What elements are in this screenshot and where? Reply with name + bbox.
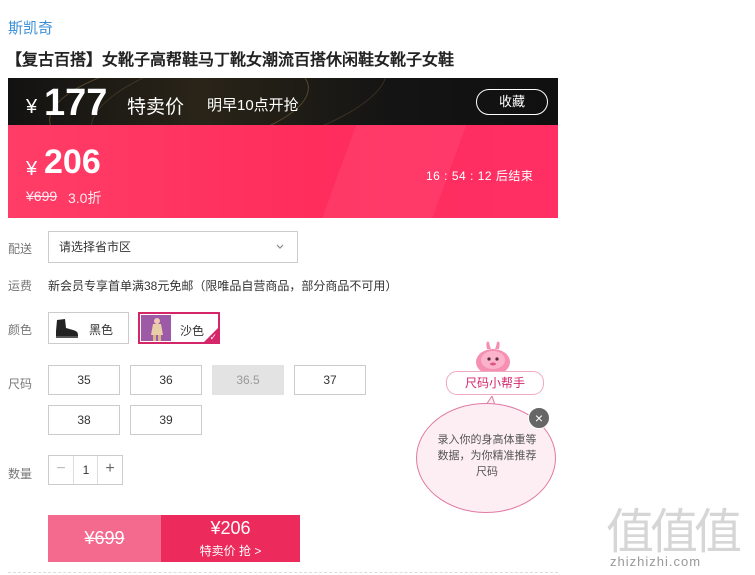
shipping-fee-label: 运费 — [8, 279, 33, 293]
flash-currency-symbol: ¥ — [26, 96, 38, 118]
buy-original-price-button[interactable]: ¥699 — [48, 515, 161, 562]
buy-sale-action-label: 特卖价 抢 > — [199, 544, 262, 558]
chevron-down-icon — [275, 232, 285, 275]
brand-link[interactable]: 斯凯奇 — [8, 17, 53, 38]
quantity-input[interactable]: 1 — [74, 456, 98, 484]
check-icon: ✓ — [209, 332, 217, 342]
product-title: 【复古百搭】女靴子高帮鞋马丁靴女潮流百搭休闲鞋女靴子女鞋 — [6, 52, 455, 69]
watermark-url: zhizhizhi.com — [610, 554, 702, 569]
color-option-label: 黑色 — [89, 323, 114, 337]
quantity-label: 数量 — [8, 467, 33, 481]
flash-sale-price: 177 — [44, 82, 108, 124]
region-select-value: 请选择省市区 — [59, 240, 132, 254]
size-option-36-5-disabled: 36.5 — [212, 365, 284, 395]
region-select[interactable]: 请选择省市区 — [48, 231, 298, 263]
sale-price: 206 — [44, 143, 101, 181]
sale-currency-symbol: ¥ — [26, 158, 38, 180]
size-helper-button[interactable]: 尺码小帮手 — [446, 371, 544, 395]
boot-thumbnail-icon — [51, 315, 81, 341]
buy-sale-price: ¥206 — [210, 518, 251, 538]
discount-rate: 3.0折 — [68, 190, 102, 206]
quantity-increase-button[interactable]: + — [97, 456, 122, 484]
size-label: 尺码 — [8, 377, 33, 391]
color-option-label: 沙色 — [180, 324, 205, 338]
size-option-39[interactable]: 39 — [130, 405, 202, 435]
size-option-35[interactable]: 35 — [48, 365, 120, 395]
favorite-button[interactable]: 收藏 — [476, 89, 548, 115]
divider — [8, 572, 558, 573]
close-icon[interactable]: × — [528, 407, 550, 429]
flash-sale-banner: ¥ 177 特卖价 明早10点开抢 收藏 — [8, 78, 558, 125]
size-option-37[interactable]: 37 — [294, 365, 366, 395]
size-option-36[interactable]: 36 — [130, 365, 202, 395]
countdown-timer: 16 : 54 : 12 后结束 — [426, 169, 534, 183]
quantity-decrease-button[interactable]: − — [49, 456, 74, 484]
color-option-sand[interactable]: 沙色 ✓ — [138, 312, 220, 344]
size-helper-text: 录入你的身高体重等数据，为你精准推荐尺码 — [437, 434, 537, 478]
watermark-logo: 值值值 — [606, 504, 742, 560]
quantity-stepper: − 1 + — [48, 455, 123, 485]
buy-sale-price-button[interactable]: ¥206 特卖价 抢 > — [161, 515, 300, 562]
shipping-label: 配送 — [8, 242, 33, 256]
flash-sale-label: 特卖价 — [127, 97, 185, 118]
color-option-black[interactable]: 黑色 — [48, 312, 129, 344]
current-sale-banner: ¥ 206 ¥699 3.0折 16 : 54 : 12 后结束 — [8, 125, 558, 218]
flash-sale-start-time: 明早10点开抢 — [207, 97, 299, 114]
model-thumbnail-icon — [141, 315, 171, 341]
size-option-38[interactable]: 38 — [48, 405, 120, 435]
original-price: ¥699 — [26, 188, 58, 204]
shipping-fee-text: 新会员专享首单满38元免邮（限唯品自营商品，部分商品不可用） — [48, 279, 398, 293]
color-label: 颜色 — [8, 323, 33, 337]
